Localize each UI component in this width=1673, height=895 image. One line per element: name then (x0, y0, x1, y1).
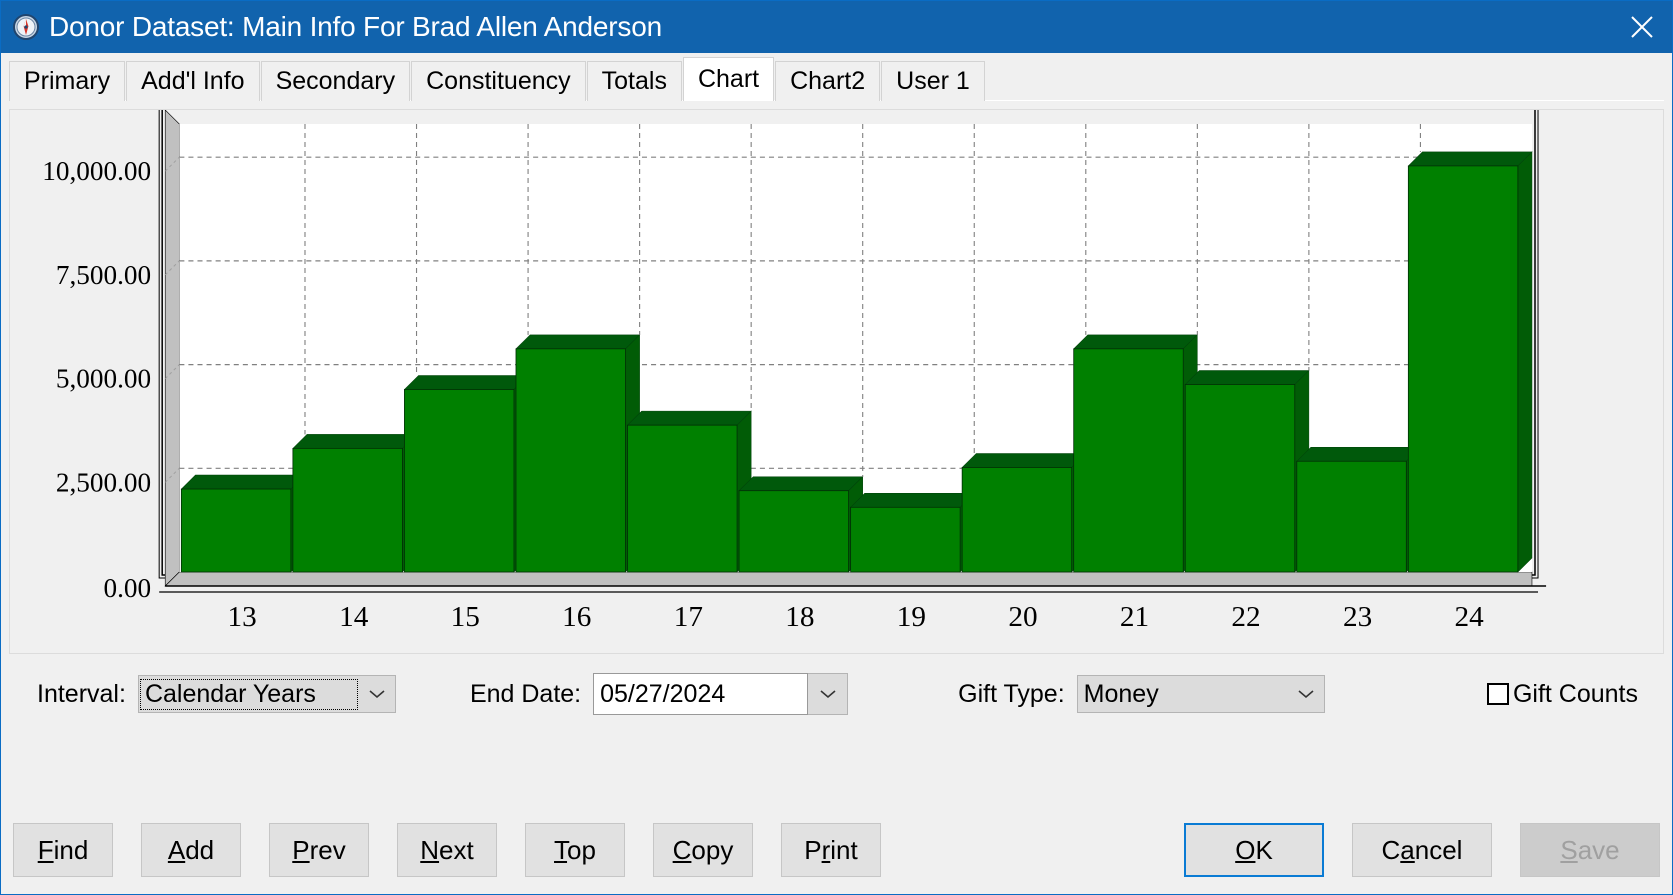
tab-totals[interactable]: Totals (586, 61, 682, 101)
svg-text:13: 13 (228, 601, 257, 633)
button-label: Copy (672, 834, 734, 865)
tab-label: Constituency (426, 67, 571, 95)
ok-button[interactable]: OK (1184, 823, 1324, 877)
svg-text:15: 15 (451, 601, 480, 633)
tab-chart2[interactable]: Chart2 (775, 61, 881, 101)
tab-label: Secondary (275, 67, 396, 95)
button-label: Prev (292, 834, 346, 865)
tab-label: User 1 (896, 67, 970, 95)
tab-constituency[interactable]: Constituency (411, 61, 586, 101)
svg-text:2,500.00: 2,500.00 (56, 467, 151, 497)
tab-label: Primary (24, 67, 111, 95)
add-button[interactable]: Add (141, 823, 241, 877)
tab-label: Chart2 (790, 67, 866, 95)
svg-text:5,000.00: 5,000.00 (56, 364, 151, 394)
interval-value: Calendar Years (139, 678, 358, 710)
button-label: Find (37, 834, 89, 865)
tab-label: Add'l Info (141, 67, 245, 95)
gift-counts-label: Gift Counts (1512, 679, 1638, 708)
dialog-button-bar: Find Add Prev Next Top Copy Print OK Can… (1, 806, 1672, 894)
top-button[interactable]: Top (525, 823, 625, 877)
print-button[interactable]: Print (781, 823, 881, 877)
svg-text:0.00: 0.00 (104, 573, 152, 603)
svg-text:10,000.00: 10,000.00 (42, 156, 151, 186)
prev-button[interactable]: Prev (269, 823, 369, 877)
button-label: Save (1560, 834, 1620, 865)
cancel-button[interactable]: Cancel (1352, 823, 1492, 877)
chart-panel: 10,000.00 7,500.00 5,000.00 2,500.00 0.00 13 1… (9, 109, 1664, 654)
svg-text:24: 24 (1455, 601, 1485, 633)
tab-label: Totals (601, 67, 667, 95)
interval-select[interactable]: Calendar Years (137, 675, 396, 713)
save-button: Save (1520, 823, 1660, 877)
next-button[interactable]: Next (397, 823, 497, 877)
end-date-field[interactable]: 05/27/2024 (593, 673, 809, 715)
svg-text:14: 14 (339, 601, 369, 633)
tab-content-chart: 10,000.00 7,500.00 5,000.00 2,500.00 0.00 13 1… (1, 101, 1672, 806)
window-title: Donor Dataset: Main Info For Brad Allen … (49, 11, 662, 42)
svg-text:17: 17 (674, 601, 703, 633)
chart-container: 10,000.00 7,500.00 5,000.00 2,500.00 0.00 13 1… (10, 110, 1663, 653)
bar-chart: 10,000.00 7,500.00 5,000.00 2,500.00 0.00 13 1… (42, 110, 1547, 633)
tab-primary[interactable]: Primary (9, 61, 126, 101)
gift-type-value: Money (1083, 679, 1159, 708)
find-button[interactable]: Find (13, 823, 113, 877)
svg-text:22: 22 (1231, 601, 1260, 633)
svg-text:16: 16 (562, 601, 591, 633)
gift-type-select[interactable]: Money (1076, 675, 1325, 713)
button-label: Next (420, 834, 474, 865)
chevron-down-icon (808, 674, 848, 714)
svg-text:19: 19 (897, 601, 926, 633)
chevron-down-icon (1288, 676, 1324, 712)
chevron-down-icon (359, 676, 395, 712)
copy-button[interactable]: Copy (653, 823, 753, 877)
end-date-dropdown-button[interactable] (808, 673, 849, 715)
svg-text:20: 20 (1008, 601, 1037, 633)
svg-text:21: 21 (1120, 601, 1149, 633)
close-icon[interactable] (1612, 1, 1672, 53)
tab-label: Chart (697, 65, 760, 93)
tab-strip: Primary Add'l Info Secondary Constituenc… (1, 53, 1672, 101)
title-bar: Donor Dataset: Main Info For Brad Allen … (1, 1, 1672, 53)
button-label: Add (167, 834, 215, 865)
button-label: Top (554, 834, 596, 865)
tab-chart[interactable]: Chart (682, 57, 775, 101)
compass-icon (11, 12, 41, 42)
tab-user-1[interactable]: User 1 (881, 61, 985, 101)
button-label: Cancel (1381, 834, 1463, 865)
gift-type-label: Gift Type: (958, 679, 1065, 708)
svg-text:23: 23 (1343, 601, 1372, 633)
gift-counts-checkbox[interactable]: Gift Counts (1486, 679, 1638, 709)
end-date-value: 05/27/2024 (600, 679, 726, 708)
button-label: Print (804, 834, 858, 865)
svg-text:7,500.00: 7,500.00 (56, 260, 151, 290)
svg-text:18: 18 (785, 601, 814, 633)
end-date-label: End Date: (469, 679, 582, 708)
tab-addl-info[interactable]: Add'l Info (126, 61, 260, 101)
chart-controls: Interval: Calendar Years End Date: 05/27… (9, 654, 1664, 734)
interval-label: Interval: (37, 679, 126, 708)
checkbox-box-icon (1486, 683, 1509, 705)
dialog-window: Donor Dataset: Main Info For Brad Allen … (0, 0, 1673, 895)
tab-secondary[interactable]: Secondary (260, 61, 411, 101)
button-label: OK (1235, 834, 1273, 865)
